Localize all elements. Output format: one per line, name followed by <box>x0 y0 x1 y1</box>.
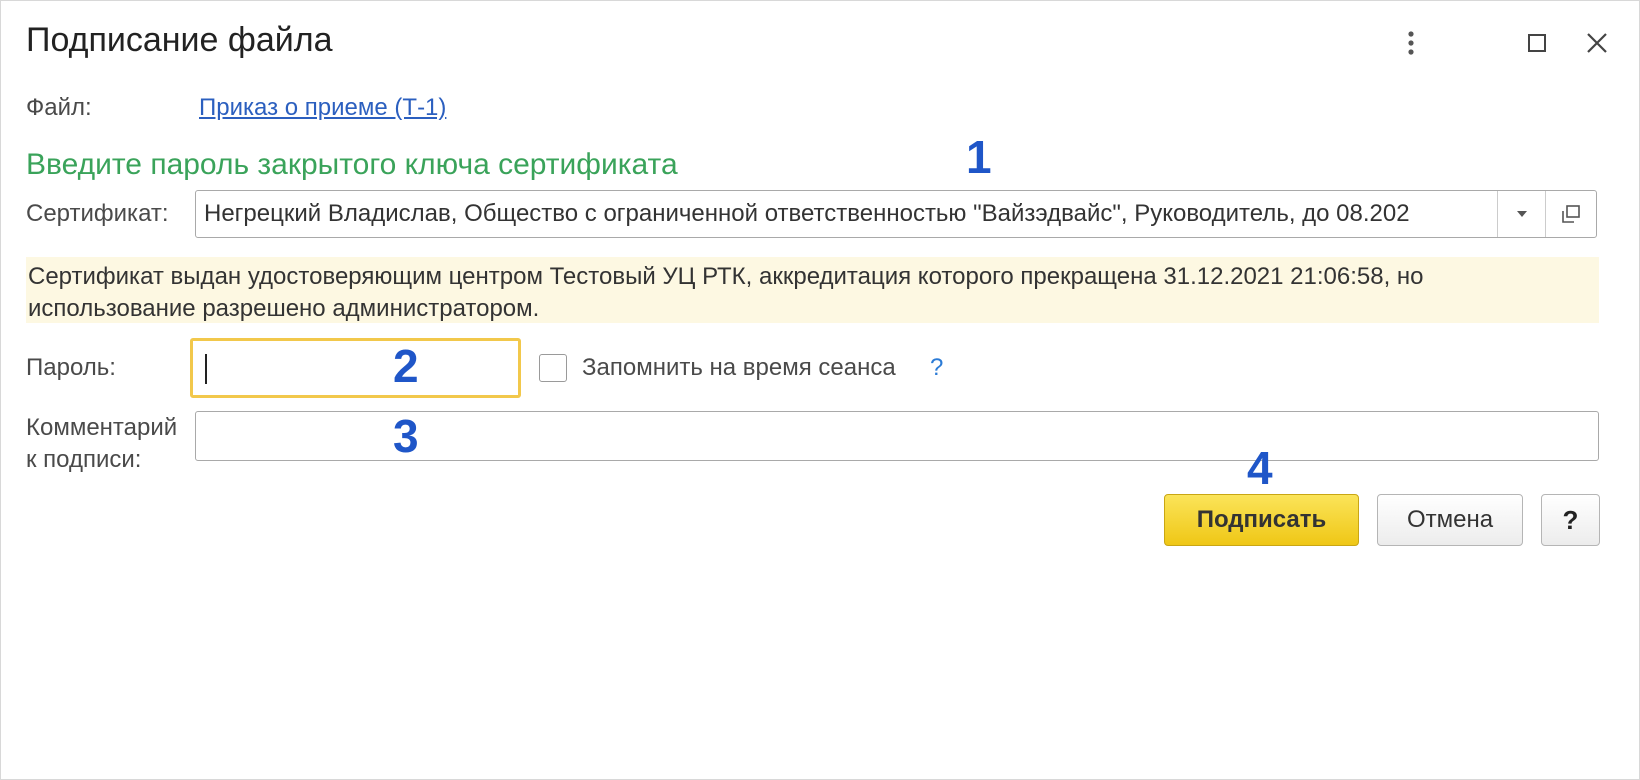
close-icon <box>1587 33 1607 53</box>
remember-session-checkbox[interactable] <box>539 354 567 382</box>
text-caret <box>205 354 207 384</box>
comment-label-line-2: к подписи: <box>26 446 142 473</box>
file-link[interactable]: Приказ о приеме (Т-1) <box>199 92 446 124</box>
certificate-label: Сертификат: <box>26 200 169 227</box>
step-marker-2: 2 <box>393 340 419 392</box>
password-label: Пароль: <box>26 354 116 381</box>
certificate-open-button[interactable] <box>1545 191 1596 237</box>
certificate-value: Негрецкий Владислав, Общество с ограниче… <box>204 200 1410 227</box>
maximize-icon <box>1528 34 1546 52</box>
comment-label: Комментарий к подписи: <box>26 412 177 476</box>
maximize-button[interactable] <box>1519 25 1555 61</box>
sign-file-dialog: Подписание файла Файл: Приказ о приеме (… <box>0 0 1640 780</box>
remember-help-link[interactable]: ? <box>930 352 943 384</box>
certificate-warning: Сертификат выдан удостоверяющим центром … <box>26 257 1599 323</box>
comment-label-line-1: Комментарий <box>26 414 178 441</box>
step-marker-1: 1 <box>966 131 992 183</box>
step-marker-4: 4 <box>1247 442 1273 494</box>
cancel-button[interactable]: Отмена <box>1377 494 1523 546</box>
chevron-down-icon <box>1517 211 1527 217</box>
close-button[interactable] <box>1579 25 1615 61</box>
open-window-icon <box>1562 205 1580 223</box>
remember-session-label[interactable]: Запомнить на время сеанса <box>582 352 896 384</box>
certificate-dropdown-button[interactable] <box>1497 191 1546 237</box>
password-input[interactable] <box>190 338 521 398</box>
warning-line-1: Сертификат выдан удостоверяющим центром … <box>28 263 1424 290</box>
more-vertical-icon <box>1408 31 1414 55</box>
file-label: Файл: <box>26 94 92 121</box>
dialog-title: Подписание файла <box>26 21 333 59</box>
step-marker-3: 3 <box>393 410 419 462</box>
more-menu-button[interactable] <box>1393 25 1429 61</box>
certificate-field[interactable]: Негрецкий Владислав, Общество с ограниче… <box>195 190 1597 238</box>
warning-line-2: использование разрешено администратором. <box>28 295 540 322</box>
password-heading: Введите пароль закрытого ключа сертифика… <box>26 148 678 181</box>
help-button[interactable]: ? <box>1541 494 1600 546</box>
sign-button[interactable]: Подписать <box>1164 494 1359 546</box>
